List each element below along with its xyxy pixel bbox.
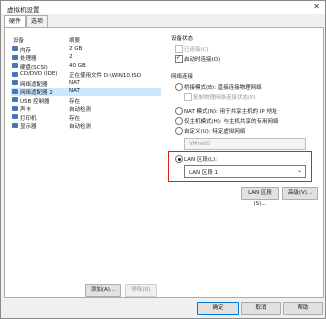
device-icon bbox=[12, 88, 18, 94]
device-name: USB 控制器 bbox=[20, 98, 50, 105]
device-summary: 自动检测 bbox=[69, 124, 92, 130]
lan-segment-select[interactable]: LAN 区段 1 ⌄ bbox=[184, 165, 306, 178]
lan-segment-radio[interactable] bbox=[175, 155, 183, 163]
custom-label: 自定义(U): 特定虚拟网络 bbox=[184, 129, 246, 135]
custom-radio[interactable] bbox=[175, 127, 183, 135]
device-row[interactable]: 网络适配器 NAT bbox=[11, 79, 161, 88]
device-name: 网络适配器 bbox=[20, 81, 48, 88]
connect-on-power-label: 启动时连接(O) bbox=[184, 57, 221, 63]
device-name: 声卡 bbox=[20, 107, 32, 113]
device-row[interactable]: 显示器 自动检测 bbox=[11, 122, 161, 130]
bridged-label: 桥接模式(B): 直接连接物理网络 bbox=[184, 85, 262, 91]
device-icon bbox=[12, 122, 18, 128]
dialog-footer: 确定 取消 帮助 bbox=[1, 297, 325, 318]
device-list: 设备 摘要 内存 2 GB 处理器 2 硬盘(SCSI) 40 GB CD/DVD (IDE… bbox=[11, 35, 161, 280]
device-name: 硬盘(SCSI) bbox=[20, 64, 48, 71]
lan-segment-value: LAN 区段 1 bbox=[189, 170, 219, 176]
replicate-label: 复制物理网络连接状态(P) bbox=[193, 95, 256, 101]
device-row[interactable]: 内存 2 GB bbox=[11, 45, 161, 54]
connect-on-power-checkbox[interactable] bbox=[175, 54, 183, 63]
settings-window: 虚拟机设置 ✕ 硬件 选项 设备 摘要 内存 2 GB 处理器 2 硬盘(SCSI) 40… bbox=[0, 0, 326, 319]
close-icon[interactable]: ✕ bbox=[313, 2, 320, 11]
device-summary: 正在使用文件 D:\WIN10.ISO bbox=[69, 73, 142, 79]
device-icon bbox=[12, 80, 18, 85]
device-summary: NAT bbox=[69, 88, 80, 94]
tab-options[interactable]: 选项 bbox=[26, 15, 48, 27]
device-name: 显示器 bbox=[20, 124, 37, 130]
device-row[interactable]: 声卡 自动检测 bbox=[11, 105, 161, 113]
device-summary: 存在 bbox=[69, 115, 81, 122]
title-bar: 虚拟机设置 ✕ bbox=[1, 1, 325, 14]
device-summary: 40 GB bbox=[69, 62, 86, 69]
device-row[interactable]: 网络适配器 2 NAT bbox=[11, 87, 161, 96]
bridged-radio[interactable] bbox=[175, 83, 183, 91]
remove-device-button[interactable]: 移除(R) bbox=[125, 284, 157, 297]
device-icon bbox=[12, 54, 18, 60]
replicate-checkbox[interactable] bbox=[184, 93, 192, 101]
add-device-button[interactable]: 添加(A)... bbox=[85, 284, 121, 297]
hardware-panel: 设备 摘要 内存 2 GB 处理器 2 硬盘(SCSI) 40 GB CD/DVD (IDE… bbox=[4, 27, 324, 298]
device-name: 内存 bbox=[20, 47, 32, 54]
custom-vmnet-select[interactable]: VMnet0 bbox=[184, 138, 306, 150]
column-summary: 摘要 bbox=[69, 38, 81, 44]
cancel-button[interactable]: 取消 bbox=[241, 302, 281, 315]
device-name: 网络适配器 2 bbox=[20, 90, 53, 96]
device-icon bbox=[12, 114, 18, 119]
list-header: 设备 摘要 bbox=[11, 35, 161, 44]
lan-segment-label: LAN 区段(L): bbox=[184, 157, 218, 163]
host-only-label: 仅主机模式(H): 与主机共享的专用网络 bbox=[184, 119, 279, 125]
nat-radio[interactable] bbox=[175, 107, 183, 115]
device-row[interactable]: 硬盘(SCSI) 40 GB bbox=[11, 62, 161, 71]
host-only-radio[interactable] bbox=[175, 117, 183, 125]
connected-checkbox[interactable] bbox=[175, 45, 183, 53]
window-title: 虚拟机设置 bbox=[7, 6, 40, 14]
nat-label: NAT 模式(N): 用于共享主机的 IP 地址 bbox=[184, 109, 278, 115]
device-row[interactable]: 打印机 存在 bbox=[11, 113, 161, 122]
device-name: CD/DVD (IDE) bbox=[20, 71, 58, 77]
device-name: 处理器 bbox=[20, 56, 37, 62]
chevron-down-icon: ⌄ bbox=[296, 167, 302, 174]
lan-segments-button[interactable]: LAN 区段(S)... bbox=[241, 187, 279, 207]
device-summary: NAT bbox=[69, 79, 80, 86]
device-icon bbox=[12, 97, 18, 102]
device-icon bbox=[12, 71, 18, 77]
device-icon bbox=[12, 46, 18, 51]
device-name: 打印机 bbox=[20, 115, 37, 122]
device-summary: 2 GB bbox=[69, 45, 83, 52]
device-status-heading: 设备状态 bbox=[171, 36, 194, 42]
advanced-button[interactable]: 高级(V)... bbox=[282, 187, 318, 200]
ok-button[interactable]: 确定 bbox=[197, 302, 239, 315]
help-button[interactable]: 帮助 bbox=[283, 302, 323, 315]
device-row[interactable]: USB 控制器 存在 bbox=[11, 96, 161, 105]
device-summary: 2 bbox=[69, 54, 73, 60]
device-row[interactable]: CD/DVD (IDE) 正在使用文件 D:\WIN10.ISO bbox=[11, 71, 161, 79]
device-summary: 自动检测 bbox=[69, 107, 92, 113]
connected-label: 已连接(C) bbox=[184, 47, 209, 53]
column-device: 设备 bbox=[13, 38, 25, 44]
device-summary: 存在 bbox=[69, 98, 81, 105]
device-row[interactable]: 处理器 2 bbox=[11, 54, 161, 62]
network-connection-heading: 网络连接 bbox=[171, 74, 194, 80]
device-icon bbox=[12, 105, 18, 111]
device-icon bbox=[12, 63, 18, 68]
custom-vmnet-value: VMnet0 bbox=[189, 141, 211, 147]
